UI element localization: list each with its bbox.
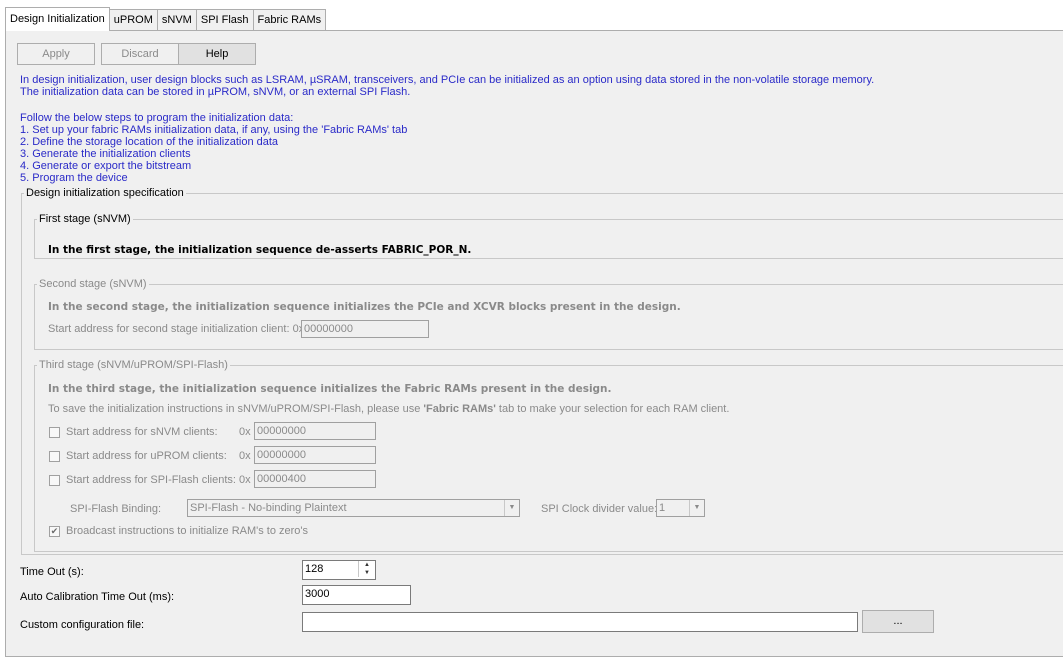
browse-button[interactable]: ... <box>862 610 934 633</box>
tab-uprom[interactable]: uPROM <box>108 9 158 31</box>
apply-button[interactable]: Apply <box>17 43 95 65</box>
first-stage-description: In the first stage, the initialization s… <box>48 244 472 256</box>
spi-flash-clients-checkbox[interactable] <box>49 475 60 486</box>
uprom-clients-address-input[interactable]: 00000000 <box>254 446 376 464</box>
spi-clock-divider-dropdown[interactable]: 1 ▼ <box>656 499 705 517</box>
tab-spi-flash[interactable]: SPI Flash <box>195 9 254 31</box>
spi-flash-binding-dropdown[interactable]: SPI-Flash - No-binding Plaintext ▼ <box>187 499 520 517</box>
second-stage-address-label: Start address for second stage initializ… <box>48 323 305 335</box>
uprom-clients-checkbox[interactable] <box>49 451 60 462</box>
second-stage-address-input[interactable]: 00000000 <box>301 320 429 338</box>
spi-flash-binding-value: SPI-Flash - No-binding Plaintext <box>190 502 347 514</box>
tab-snvm[interactable]: sNVM <box>156 9 197 31</box>
autocal-label: Auto Calibration Time Out (ms): <box>20 591 175 603</box>
intro-line-2: The initialization data can be stored in… <box>20 86 411 98</box>
spi-flash-clients-label: Start address for SPI-Flash clients: <box>66 474 236 486</box>
uprom-hex-prefix: 0x <box>239 450 251 462</box>
design-initialization-panel: Apply Discard Help In design initializat… <box>5 30 1063 657</box>
step-1: 1. Set up your fabric RAMs initializatio… <box>20 124 408 136</box>
tab-design-initialization[interactable]: Design Initialization <box>5 7 110 31</box>
spi-flash-hex-prefix: 0x <box>239 474 251 486</box>
discard-button[interactable]: Discard <box>101 43 179 65</box>
spi-clock-divider-label: SPI Clock divider value: <box>541 503 658 515</box>
help-button[interactable]: Help <box>178 43 256 65</box>
broadcast-zero-checkbox[interactable]: ✔ <box>49 526 60 537</box>
broadcast-zero-label: Broadcast instructions to initialize RAM… <box>66 525 309 537</box>
timeout-label: Time Out (s): <box>20 566 84 578</box>
spi-flash-clients-address-input[interactable]: 00000400 <box>254 470 376 488</box>
second-stage-group: Second stage (sNVM) <box>34 278 1063 350</box>
spinner-arrows-icon[interactable]: ▲ ▼ <box>358 561 375 577</box>
snvm-clients-checkbox[interactable] <box>49 427 60 438</box>
custom-config-file-input[interactable] <box>302 612 858 632</box>
snvm-clients-address-input[interactable]: 00000000 <box>254 422 376 440</box>
custom-config-label: Custom configuration file: <box>20 619 145 631</box>
autocal-timeout-input[interactable]: 3000 <box>302 585 411 605</box>
second-stage-legend: Second stage (sNVM) <box>39 278 147 290</box>
first-stage-legend: First stage (sNVM) <box>39 213 131 225</box>
step-5: 5. Program the device <box>20 172 128 184</box>
step-2: 2. Define the storage location of the in… <box>20 136 279 148</box>
intro-line-1: In design initialization, user design bl… <box>20 74 875 86</box>
uprom-clients-label: Start address for uPROM clients: <box>66 450 227 462</box>
third-stage-description: In the third stage, the initialization s… <box>48 383 612 395</box>
third-stage-legend: Third stage (sNVM/uPROM/SPI-Flash) <box>39 359 228 371</box>
chevron-down-icon: ▼ <box>504 500 519 516</box>
timeout-value: 128 <box>305 563 324 575</box>
tab-fabric-rams[interactable]: Fabric RAMs <box>252 9 327 31</box>
spi-flash-binding-label: SPI-Flash Binding: <box>70 503 162 515</box>
chevron-down-icon: ▼ <box>689 500 704 516</box>
snvm-clients-label: Start address for sNVM clients: <box>66 426 218 438</box>
step-4: 4. Generate or export the bitstream <box>20 160 192 172</box>
specification-legend: Design initialization specification <box>26 187 184 199</box>
timeout-spinbox[interactable]: 128 ▲ ▼ <box>302 560 376 580</box>
snvm-hex-prefix: 0x <box>239 426 251 438</box>
tab-bar: Design Initialization uPROM sNVM SPI Fla… <box>5 7 327 31</box>
second-stage-description: In the second stage, the initialization … <box>48 301 681 313</box>
fabric-rams-hint-link: 'Fabric RAMs' <box>423 403 496 415</box>
step-3: 3. Generate the initialization clients <box>20 148 191 160</box>
third-stage-hint: To save the initialization instructions … <box>48 403 730 415</box>
steps-header: Follow the below steps to program the in… <box>20 112 294 124</box>
spi-clock-divider-value: 1 <box>659 502 666 514</box>
